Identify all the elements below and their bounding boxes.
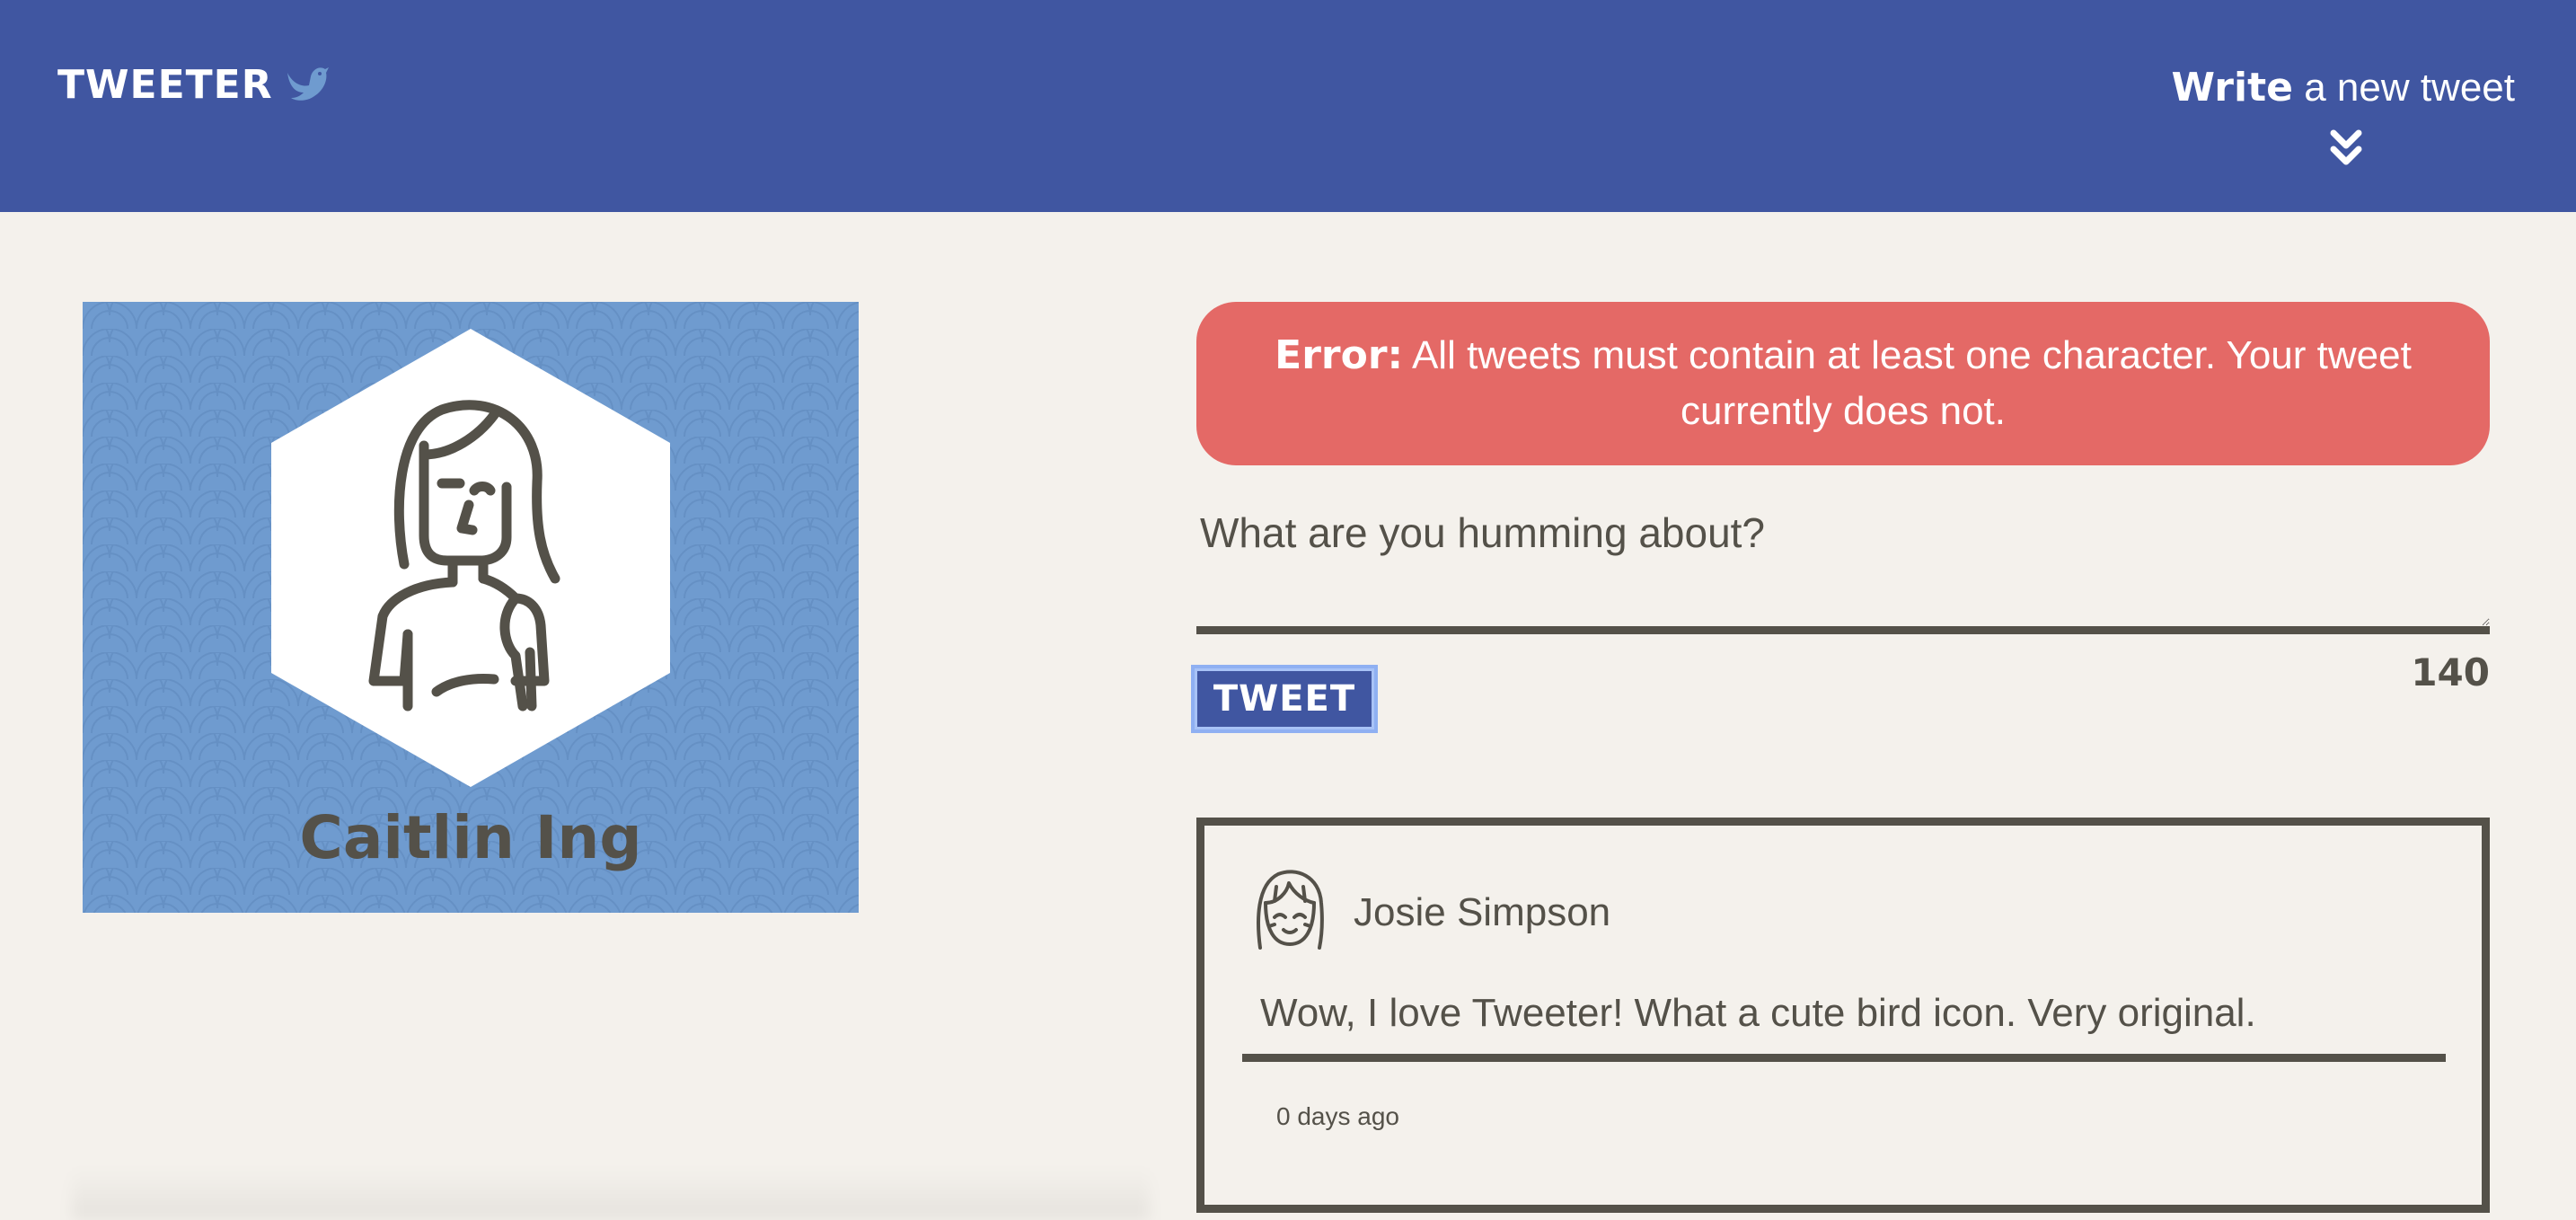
tweet-divider [1242,1054,2446,1062]
error-message: All tweets must contain at least one cha… [1403,333,2412,433]
brand-name: TWEETER [57,61,273,108]
error-banner: Error: All tweets must contain at least … [1196,302,2490,465]
brand-logo[interactable]: TWEETER [57,56,331,113]
tweet-button[interactable]: TWEET [1191,665,1378,733]
girl-avatar-icon [1257,870,1324,950]
error-label: Error: [1275,332,1404,378]
double-chevron-down-icon[interactable] [2328,128,2364,171]
profile-name: Caitlin Ing [299,803,642,872]
write-new-tweet-toggle[interactable]: Write a new tweet [2120,63,2515,165]
tweet-timestamp: 0 days ago [1276,1102,1399,1130]
top-nav: TWEETER Write a new tweet [0,0,2576,212]
tweet-text: Wow, I love Tweeter! What a cute bird ic… [1260,991,2256,1035]
page-shadow [72,1168,1150,1220]
write-new-tweet-label: Write a new tweet [2120,63,2515,113]
error-text: Error: All tweets must contain at least … [1250,328,2436,439]
tweet-author: Josie Simpson [1354,890,1611,934]
character-counter: 140 [2411,650,2490,694]
tweet-card: Josie Simpson Wow, I love Tweeter! What … [1196,818,2490,1213]
tweet-input[interactable] [1196,508,2490,634]
bird-icon [284,64,331,105]
new-tweet-label: a new tweet [2292,66,2515,110]
write-label: Write [2171,65,2293,111]
profile-card: Caitlin Ing [83,302,859,913]
woman-avatar-icon [271,329,670,787]
